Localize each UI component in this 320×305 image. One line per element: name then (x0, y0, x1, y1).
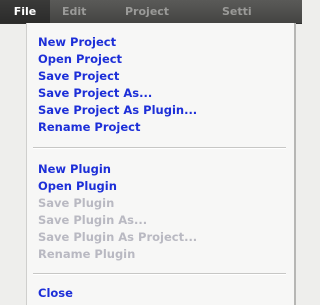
menubar: File Edit Project Setti (0, 0, 302, 24)
menu-separator (33, 273, 286, 275)
file-menu-dropdown: New Project Open Project Save Project Sa… (26, 23, 296, 305)
menu-item-open-plugin[interactable]: Open Plugin (38, 178, 117, 194)
menu-item-rename-plugin: Rename Plugin (38, 247, 136, 261)
menubar-settings[interactable]: Setti (214, 0, 302, 23)
menu-item-save-project[interactable]: Save Project (38, 68, 119, 84)
menubar-project[interactable]: Project (113, 0, 214, 23)
menubar-edit[interactable]: Edit (50, 0, 113, 23)
menubar-file[interactable]: File (0, 0, 50, 23)
menu-separator (33, 147, 286, 149)
menu-item-save-project-as[interactable]: Save Project As... (38, 85, 152, 101)
menu-item-new-project[interactable]: New Project (38, 34, 116, 50)
menu-item-save-plugin-as-project: Save Plugin As Project... (38, 230, 198, 244)
menu-item-open-project[interactable]: Open Project (38, 51, 122, 67)
menu-item-rename-project[interactable]: Rename Project (38, 119, 140, 135)
menu-item-new-plugin[interactable]: New Plugin (38, 161, 111, 177)
menu-item-save-plugin: Save Plugin (38, 196, 115, 210)
menu-item-save-plugin-as: Save Plugin As... (38, 213, 148, 227)
menu-item-close[interactable]: Close (38, 285, 73, 301)
menu-item-save-project-as-plugin[interactable]: Save Project As Plugin... (38, 102, 197, 118)
